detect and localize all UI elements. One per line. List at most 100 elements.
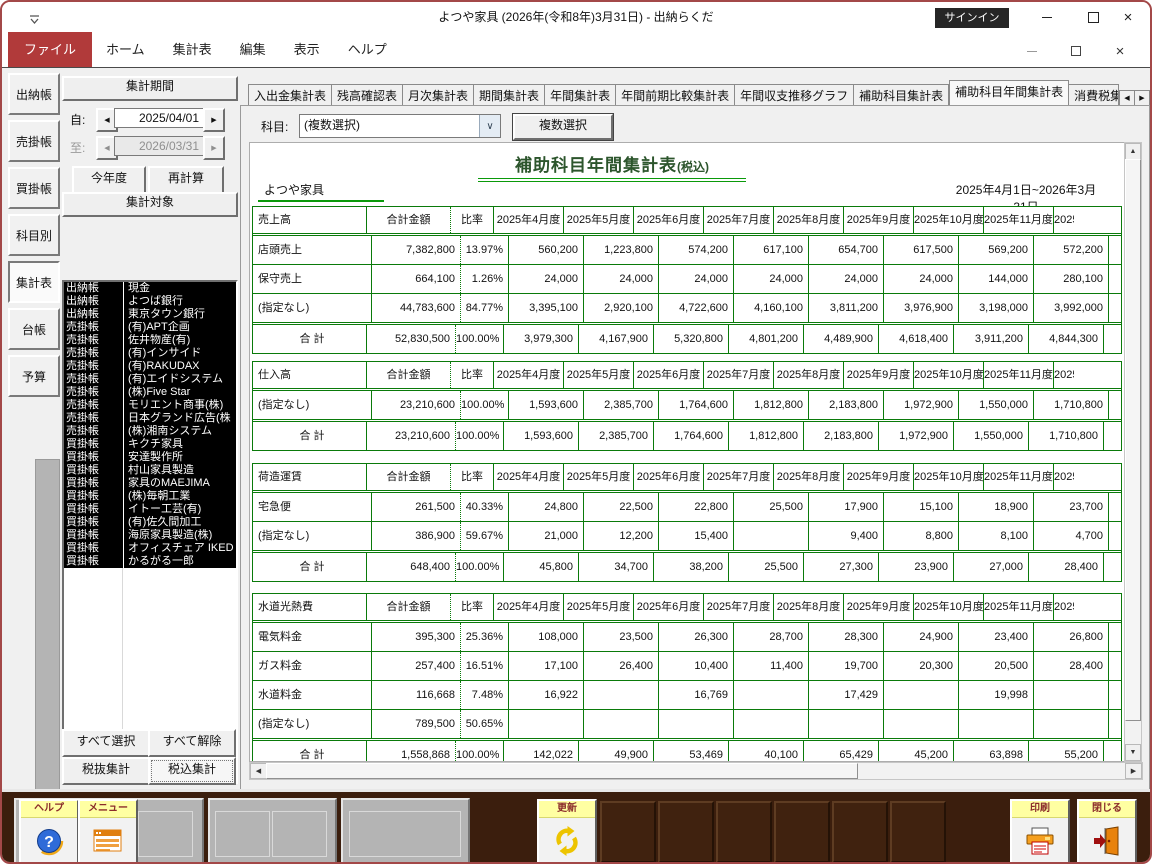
- list-item[interactable]: 売掛帳 (有)エイドシステム: [64, 373, 236, 386]
- table-cell: 2025年6月度: [634, 594, 704, 620]
- scroll-left-button[interactable]: ◀: [250, 763, 267, 779]
- svg-text:?: ?: [44, 834, 54, 851]
- menu-item-ファイル[interactable]: ファイル: [8, 32, 93, 67]
- this-year-button[interactable]: 今年度: [72, 166, 146, 194]
- toolbar-dark-slot: [832, 801, 888, 862]
- list-item[interactable]: 買掛帳 村山家具製造: [64, 464, 236, 477]
- sidebar-tab-出納帳[interactable]: 出納帳: [8, 73, 60, 115]
- list-item[interactable]: 出納帳 現金: [64, 282, 236, 295]
- from-date-field[interactable]: 2025/04/01: [114, 108, 205, 128]
- list-item[interactable]: 買掛帳 (有)佐久間加工: [64, 516, 236, 529]
- scroll-down-button[interactable]: ▼: [1125, 744, 1141, 761]
- subject-dropdown[interactable]: (複数選択) ∨: [299, 114, 501, 138]
- list-item[interactable]: 売掛帳 (有)インサイド: [64, 347, 236, 360]
- menu-item-ホーム[interactable]: ホーム: [92, 32, 159, 67]
- table-cell: 572,200: [1034, 236, 1109, 264]
- list-item[interactable]: 買掛帳 かるがる一郎: [64, 555, 236, 568]
- sidebar-tab-科目別[interactable]: 科目別: [8, 214, 60, 256]
- sidebar-tab-台帳[interactable]: 台帳: [8, 308, 60, 350]
- print-button[interactable]: 印刷: [1010, 799, 1070, 862]
- table-cell: 22,800: [659, 493, 734, 521]
- table-cell: 8,100: [959, 522, 1034, 550]
- list-item[interactable]: 売掛帳 佐井物産(有): [64, 334, 236, 347]
- scroll-right-button[interactable]: ▶: [1125, 763, 1142, 779]
- question-circle-icon: ?: [21, 818, 77, 862]
- list-item[interactable]: 買掛帳 キクチ家具: [64, 438, 236, 451]
- list-item[interactable]: 買掛帳 (株)毎朝工業: [64, 490, 236, 503]
- scroll-up-button[interactable]: ▲: [1125, 143, 1141, 160]
- minimize-button[interactable]: [1024, 2, 1070, 32]
- mdi-close-button[interactable]: ×: [1098, 37, 1142, 65]
- from-spin-up[interactable]: ▶: [203, 108, 225, 132]
- list-item[interactable]: 売掛帳 (有)APT企画: [64, 321, 236, 334]
- table-cell: 23,700: [1034, 493, 1109, 521]
- list-item[interactable]: 売掛帳 モリエント商事(株): [64, 399, 236, 412]
- table-cell: 2025年5月度: [564, 594, 634, 620]
- table-cell: (指定なし): [253, 710, 372, 738]
- to-date-field[interactable]: 2026/03/31: [114, 136, 205, 156]
- sidebar-tab-買掛帳[interactable]: 買掛帳: [8, 167, 60, 209]
- mdi-minimize-button[interactable]: [1010, 37, 1054, 65]
- list-item[interactable]: 買掛帳 海原家具製造(株): [64, 529, 236, 542]
- table-cell: 1,593,600: [504, 422, 579, 450]
- target-name: (株)毎朝工業: [123, 490, 236, 503]
- target-name: (有)RAKUDAX: [123, 360, 236, 373]
- list-item[interactable]: 出納帳 東京タウン銀行: [64, 308, 236, 321]
- tab-tax-excluded[interactable]: 税抜集計: [62, 757, 150, 785]
- table-cell: 合計金額: [367, 207, 451, 233]
- horizontal-scrollbar-thumb[interactable]: [266, 763, 858, 779]
- target-name: 現金: [123, 282, 236, 295]
- table-cell: 2025年12月度: [1054, 601, 1074, 613]
- table-cell: 2025年5月度: [564, 362, 634, 388]
- target-name: かるがる一郎: [123, 555, 236, 568]
- table-cell: 2025年8月度: [774, 594, 844, 620]
- to-spin-up[interactable]: ▶: [203, 136, 225, 160]
- table-cell: 15,100: [884, 493, 959, 521]
- list-item[interactable]: 売掛帳 日本グランド広告(株: [64, 412, 236, 425]
- list-item[interactable]: 買掛帳 イトー工芸(有): [64, 503, 236, 516]
- close-window-button[interactable]: 閉じる: [1077, 799, 1137, 862]
- table-cell: 16,769: [659, 681, 734, 709]
- vertical-scrollbar[interactable]: ▲ ▼: [1124, 142, 1142, 762]
- report-panel: 科目: (複数選択) ∨ 複数選択 補助科目年間集計表(税込) よつや家具 20…: [240, 105, 1150, 790]
- table-cell: 仕入高: [253, 362, 367, 388]
- recalc-button[interactable]: 再計算: [148, 166, 224, 194]
- tab-scroll-left-button[interactable]: ◀: [1119, 90, 1135, 106]
- menu-item-表示[interactable]: 表示: [280, 32, 334, 67]
- sidebar-tab-予算[interactable]: 予算: [8, 355, 60, 397]
- table-cell: [734, 522, 809, 550]
- signin-button[interactable]: サインイン: [935, 8, 1009, 28]
- list-item[interactable]: 買掛帳 オフィスチェア IKED: [64, 542, 236, 555]
- menu-item-集計表[interactable]: 集計表: [159, 32, 226, 67]
- table-cell: 664,100: [372, 265, 461, 293]
- list-item[interactable]: 売掛帳 (有)RAKUDAX: [64, 360, 236, 373]
- horizontal-scrollbar[interactable]: ◀ ▶: [249, 762, 1143, 780]
- refresh-button[interactable]: 更新: [537, 799, 597, 862]
- deselect-all-button[interactable]: すべて解除: [148, 729, 236, 757]
- sidebar-tab-集計表[interactable]: 集計表: [8, 261, 60, 303]
- help-button[interactable]: ヘルプ ?: [19, 799, 79, 862]
- multi-select-button[interactable]: 複数選択: [513, 114, 613, 140]
- select-all-button[interactable]: すべて選択: [62, 729, 150, 757]
- list-item[interactable]: 出納帳 よつば銀行: [64, 295, 236, 308]
- list-item[interactable]: 買掛帳 家具のMAEJIMA: [64, 477, 236, 490]
- mdi-restore-button[interactable]: [1054, 37, 1098, 65]
- target-book: 買掛帳: [66, 464, 99, 476]
- table-cell: 16.51%: [461, 652, 509, 680]
- vertical-scrollbar-thumb[interactable]: [1125, 159, 1141, 721]
- list-item[interactable]: 売掛帳 (株)湘南システム: [64, 425, 236, 438]
- tab-scroll-right-button[interactable]: ▶: [1134, 90, 1150, 106]
- chevron-down-icon[interactable]: ∨: [479, 115, 500, 137]
- menu-item-編集[interactable]: 編集: [226, 32, 280, 67]
- list-item[interactable]: 買掛帳 安達製作所: [64, 451, 236, 464]
- table-cell: 4,618,400: [879, 325, 954, 353]
- list-item[interactable]: 売掛帳 (株)Five Star: [64, 386, 236, 399]
- menu-item-ヘルプ[interactable]: ヘルプ: [334, 32, 401, 67]
- table-cell: 34,700: [579, 553, 654, 581]
- tab-tax-included[interactable]: 税込集計: [148, 757, 236, 785]
- target-listbox[interactable]: 出納帳 現金 出納帳 よつば銀行 出納帳 東京タウン銀行 売掛帳 (有)APT企画 売掛帳 佐井物…: [62, 280, 238, 784]
- table-cell: 2025年6月度: [634, 207, 704, 233]
- close-button[interactable]: ×: [1106, 2, 1150, 32]
- menu-button[interactable]: メニュー: [78, 799, 138, 862]
- sidebar-tab-売掛帳[interactable]: 売掛帳: [8, 120, 60, 162]
